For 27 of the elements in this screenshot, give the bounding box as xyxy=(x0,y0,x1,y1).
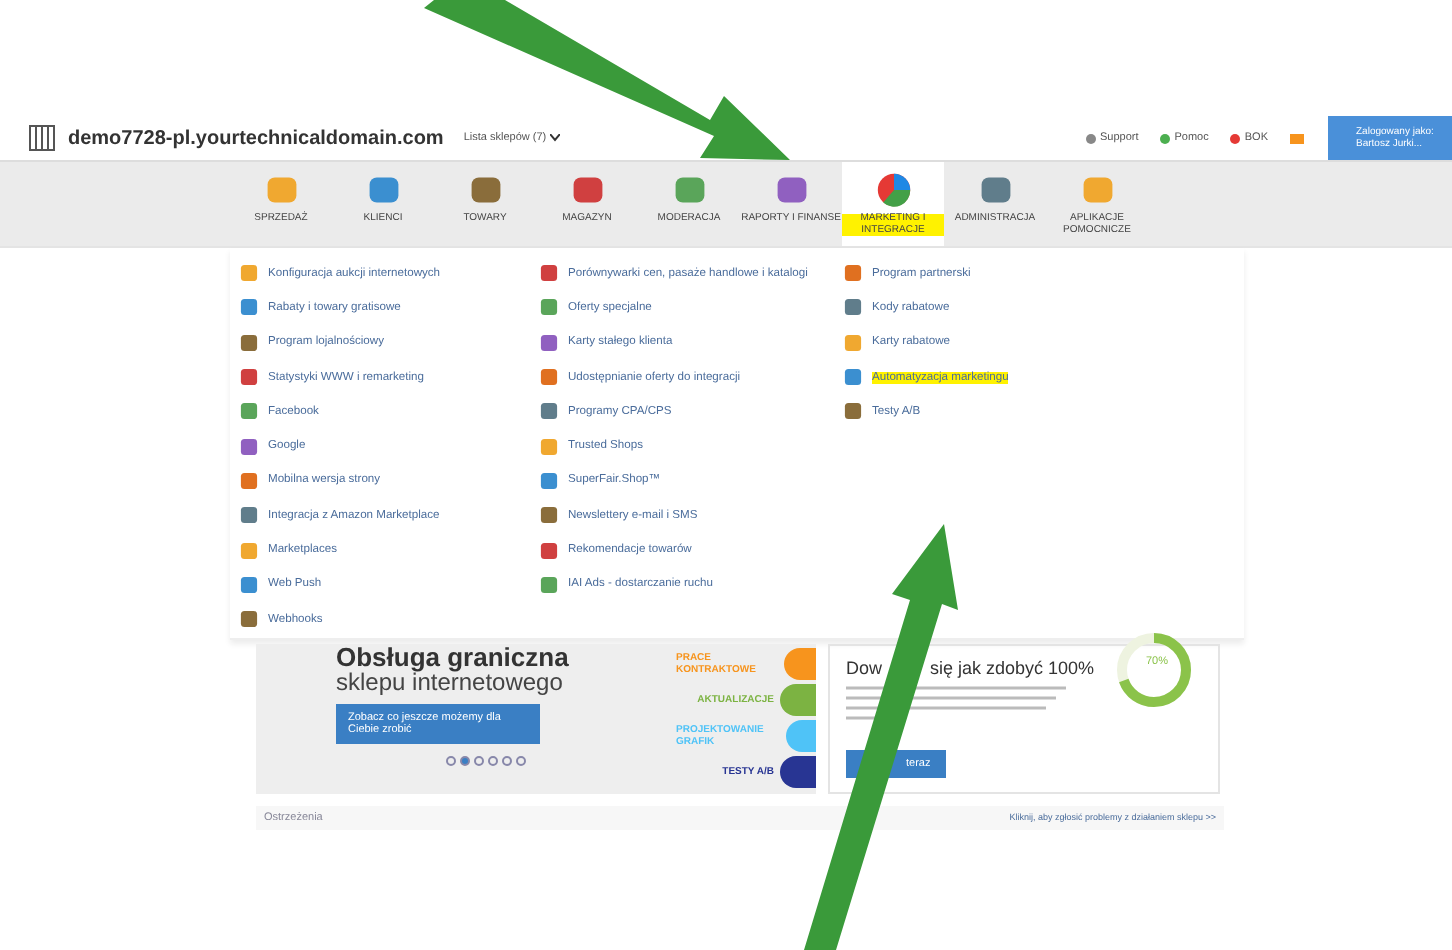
nav-icon xyxy=(773,172,809,208)
carousel-dot[interactable] xyxy=(488,756,498,767)
nav-icon xyxy=(365,172,401,208)
nav-icon xyxy=(569,172,605,208)
carousel-dot[interactable] xyxy=(446,756,456,767)
nav-icon xyxy=(1079,172,1115,208)
promo-heading: się jak zdobyć 100% xyxy=(930,658,1095,678)
pie-chart-icon xyxy=(875,172,911,208)
carousel-dot[interactable] xyxy=(502,756,512,767)
caret-icon xyxy=(550,134,561,142)
link-icon xyxy=(1230,133,1241,143)
promo-heading: Dow xyxy=(846,658,883,678)
shop-domain[interactable]: demo7728-pl.yourtechnicaldomain.com xyxy=(68,127,444,149)
banner-title: Obsługa graniczna xyxy=(336,644,571,670)
nav-icon xyxy=(977,172,1013,208)
mail-icon[interactable] xyxy=(1290,133,1304,143)
link-icon xyxy=(1160,133,1171,143)
nav-icon xyxy=(671,172,707,208)
link-icon xyxy=(1085,133,1096,143)
nav-icon xyxy=(467,172,503,208)
carousel-dot[interactable] xyxy=(516,756,526,767)
carousel-dot[interactable] xyxy=(460,756,470,767)
nav-icon xyxy=(263,172,299,208)
carousel-dot[interactable] xyxy=(474,756,484,767)
progress-ring xyxy=(1114,630,1194,710)
banner-subtitle: sklepu internetowego xyxy=(336,670,563,697)
logo-icon xyxy=(28,124,56,152)
